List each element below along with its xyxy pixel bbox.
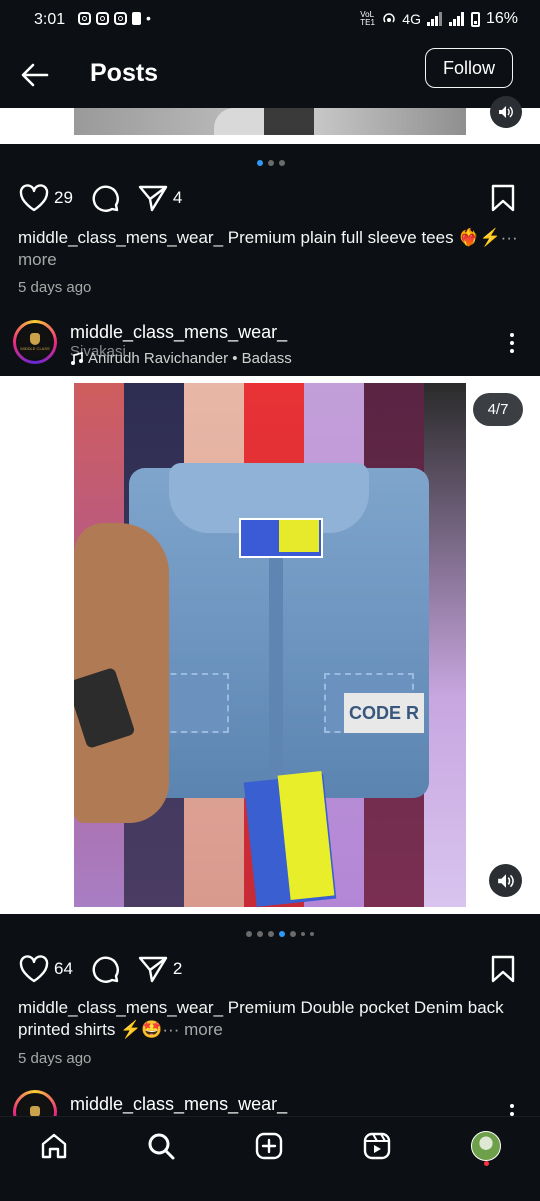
signal-icon [426,12,442,26]
reels-icon [363,1132,391,1160]
share-count[interactable]: 2 [173,959,182,979]
notification-dot [484,1161,489,1166]
carousel-dot [268,160,274,166]
comment-icon [92,185,119,212]
heart-icon [19,184,49,212]
share-button[interactable] [137,953,169,985]
carousel-dot [257,160,263,166]
nav-create[interactable] [252,1129,286,1163]
kebab-icon [510,333,514,337]
instagram-notification-icon [78,11,91,25]
carousel-indicator [246,931,314,937]
volte-label: VoLTE1 [360,10,375,27]
post-options-button[interactable] [509,333,515,353]
notification-icons: • [78,10,151,26]
status-bar: 3:01 • VoLTE1 4G 16% [0,0,540,40]
avatar-text: MIDDLE CLASS [20,346,50,351]
profile-avatar [471,1131,501,1161]
post-image[interactable] [74,108,466,135]
signal-icon [448,12,464,26]
hotspot-icon [383,13,396,23]
caption-text: middle_class_mens_wear_ Premium plain fu… [18,228,501,247]
nav-home[interactable] [37,1129,71,1163]
share-count[interactable]: 4 [173,188,182,208]
like-count[interactable]: 64 [54,959,73,979]
instagram-notification-icon [114,11,127,25]
carousel-dot [301,932,305,936]
post-music[interactable]: Anirudh Ravichander • Badass [70,350,292,367]
carousel-dot [290,931,296,937]
bookmark-icon [491,955,515,983]
network-type: 4G [402,11,421,27]
arrow-left-icon [21,63,49,87]
send-icon [138,185,168,212]
bookmark-icon [491,184,515,212]
post-actions: 29 4 [18,182,198,214]
instagram-notification-icon [96,11,109,25]
heart-icon [19,955,49,983]
nav-search[interactable] [144,1129,178,1163]
nav-reels[interactable] [360,1129,394,1163]
speaker-icon [497,873,514,888]
carousel-dot [257,931,263,937]
carousel-dot [310,932,314,936]
carousel-dot [279,160,285,166]
home-icon [41,1133,67,1159]
post-caption[interactable]: middle_class_mens_wear_ Premium plain fu… [18,227,518,271]
back-button[interactable] [18,58,52,92]
save-button[interactable] [490,955,520,985]
carousel-dot [246,931,252,937]
like-count[interactable]: 29 [54,188,73,208]
carousel-dot [279,931,285,937]
comment-button[interactable] [89,953,121,985]
comment-icon [92,956,119,983]
post-username[interactable]: middle_class_mens_wear_ [70,322,287,343]
music-label: Anirudh Ravichander • Badass [88,350,292,367]
avatar[interactable]: MIDDLE CLASS [13,320,57,364]
shirt-patch: CODE R [344,693,424,733]
mute-button[interactable] [489,864,522,897]
caption-text: middle_class_mens_wear_ Premium Double p… [18,998,504,1039]
post-timestamp: 5 days ago [18,279,92,296]
search-icon [148,1133,175,1160]
plus-square-icon [255,1132,283,1160]
send-icon [138,956,168,983]
kebab-icon [510,1104,514,1108]
music-note-icon [71,351,83,365]
comment-button[interactable] [89,182,121,214]
battery-level: 16% [485,10,518,27]
share-button[interactable] [137,182,169,214]
carousel-indicator [257,160,285,166]
battery-icon [470,11,480,27]
nav-profile[interactable] [469,1129,503,1163]
bottom-navigation [0,1116,540,1201]
post-username[interactable]: middle_class_mens_wear_ [70,1094,287,1115]
post-timestamp: 5 days ago [18,1050,92,1067]
like-button[interactable] [18,953,50,985]
alert-icon [132,11,141,25]
post-image[interactable]: CODE R [74,383,466,907]
post-media[interactable]: CODE R [0,376,540,914]
more-link[interactable]: ··· more [162,1020,222,1039]
carousel-counter: 4/7 [473,393,523,426]
status-right: VoLTE1 4G 16% [360,10,518,28]
top-app-bar: Posts Follow [0,40,540,108]
post-actions: 64 2 [18,953,198,985]
mute-button[interactable] [490,96,522,128]
page-title: Posts [90,59,159,87]
save-button[interactable] [490,184,520,214]
post-caption[interactable]: middle_class_mens_wear_ Premium Double p… [18,997,518,1041]
carousel-dot [268,931,274,937]
previous-post-media[interactable] [0,108,540,144]
follow-button[interactable]: Follow [425,48,513,88]
status-time: 3:01 [34,11,66,28]
speaker-icon [499,106,513,118]
notification-dot: • [146,10,151,26]
like-button[interactable] [18,182,50,214]
